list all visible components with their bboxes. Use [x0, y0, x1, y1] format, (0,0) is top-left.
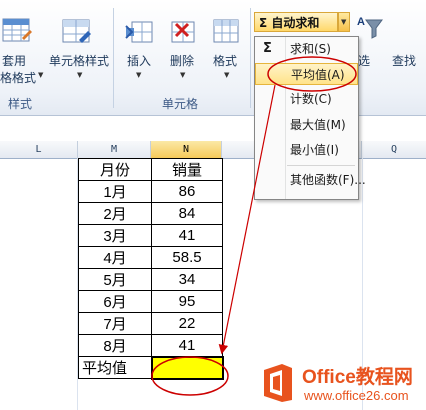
- month-cell[interactable]: 5月: [78, 268, 152, 291]
- table-footer-row: 平均值: [78, 355, 224, 380]
- chevron-down-icon: ▼: [38, 71, 44, 79]
- sort-filter-icon[interactable]: A: [356, 12, 384, 42]
- month-cell[interactable]: 8月: [78, 334, 152, 357]
- month-cell[interactable]: 1月: [78, 180, 152, 203]
- sales-cell[interactable]: 41: [151, 334, 223, 357]
- group-divider: [250, 8, 251, 108]
- format-label: 格式: [213, 54, 238, 68]
- menu-item-min[interactable]: 最小值(I): [255, 139, 358, 161]
- table-row: 1月 86: [78, 180, 223, 203]
- insert-button[interactable]: 插入 ▼: [118, 14, 158, 84]
- menu-item-label: 求和(S): [290, 42, 331, 56]
- cell-styles-icon: [62, 19, 91, 43]
- chevron-down-icon: ▼: [180, 71, 186, 79]
- format-cells-icon: [213, 19, 239, 43]
- chevron-down-icon: ▼: [77, 71, 83, 79]
- chevron-down-icon: ▼: [224, 71, 230, 79]
- menu-item-sum[interactable]: Σ 求和(S): [255, 38, 358, 60]
- table-row: 3月 41: [78, 224, 223, 247]
- sales-cell[interactable]: 84: [151, 202, 223, 225]
- format-as-table-button[interactable]: 套用 格格式 ▼: [0, 14, 44, 85]
- watermark-title: Office教程网: [302, 367, 413, 388]
- watermark-logo: Office教程网 www.office26.com: [258, 358, 426, 410]
- cell-styles-label: 单元格样式: [49, 54, 110, 68]
- sigma-icon: Σ: [263, 41, 272, 56]
- chevron-down-icon: ▼: [136, 71, 142, 79]
- delete-label: 删除: [170, 54, 195, 68]
- insert-cells-icon: [125, 21, 153, 43]
- format-as-table-label-1: 套用: [2, 54, 27, 68]
- chevron-down-icon: ▼: [341, 18, 347, 26]
- header-month[interactable]: 月份: [78, 158, 152, 181]
- menu-item-more-functions[interactable]: 其他函数(F)...: [255, 169, 366, 191]
- column-header-q[interactable]: Q: [362, 141, 426, 158]
- table-row: 2月 84: [78, 202, 223, 225]
- svg-text:A: A: [357, 16, 365, 28]
- menu-separator: [287, 165, 355, 166]
- format-button[interactable]: 格式 ▼: [206, 14, 246, 84]
- month-cell[interactable]: 4月: [78, 246, 152, 269]
- insert-label: 插入: [127, 54, 152, 68]
- sales-cell[interactable]: 58.5: [151, 246, 223, 269]
- sales-cell[interactable]: 41: [151, 224, 223, 247]
- sales-cell[interactable]: 34: [151, 268, 223, 291]
- sales-cell[interactable]: 86: [151, 180, 223, 203]
- month-cell[interactable]: 7月: [78, 312, 152, 335]
- average-result-cell[interactable]: [150, 355, 224, 380]
- menu-item-label: 计数(C): [290, 92, 332, 106]
- month-cell[interactable]: 3月: [78, 224, 152, 247]
- column-header-bar: L M N Q: [0, 141, 426, 159]
- filter-label-partial: 选: [358, 54, 371, 68]
- month-cell[interactable]: 2月: [78, 202, 152, 225]
- autosum-button[interactable]: Σ 自动求和: [254, 12, 338, 32]
- find-label-partial: 查找: [392, 54, 417, 68]
- watermark-url: www.office26.com: [304, 388, 409, 403]
- table-row: 6月 95: [78, 290, 223, 313]
- menu-item-label: 其他函数(F)...: [290, 173, 366, 187]
- table-header-row: 月份 销量: [78, 158, 223, 181]
- styles-group-label: 样式: [8, 97, 33, 111]
- autosum-dropdown-menu: Σ 求和(S) 平均值(A) 计数(C) 最大值(M) 最小值(I) 其他函数(…: [254, 36, 366, 200]
- menu-item-label: 最大值(M): [290, 118, 346, 132]
- ribbon: 套用 格格式 ▼ 单元格样式 ▼ 样式 插入 ▼ 删除 ▼ 格式 ▼ 单元格 Σ…: [0, 0, 426, 116]
- table-row: 5月 34: [78, 268, 223, 291]
- column-header-m[interactable]: M: [78, 141, 151, 158]
- format-as-table-label-2: 格格式: [0, 71, 37, 85]
- menu-item-max[interactable]: 最大值(M): [255, 114, 358, 136]
- column-header-l[interactable]: L: [0, 141, 78, 158]
- delete-cells-icon: [171, 21, 195, 43]
- menu-item-average[interactable]: 平均值(A): [255, 63, 358, 85]
- autosum-dropdown-arrow[interactable]: ▼: [338, 12, 350, 32]
- average-label-cell[interactable]: 平均值: [78, 356, 152, 379]
- month-cell[interactable]: 6月: [78, 290, 152, 313]
- table-row: 7月 22: [78, 312, 223, 335]
- office-logo-icon: [264, 364, 292, 402]
- table-row: 4月 58.5: [78, 246, 223, 269]
- group-divider: [113, 8, 114, 108]
- sales-cell[interactable]: 95: [151, 290, 223, 313]
- table-row: 8月 41: [78, 334, 223, 357]
- sales-cell[interactable]: 22: [151, 312, 223, 335]
- header-sales[interactable]: 销量: [151, 158, 223, 181]
- data-table: 月份 销量 1月 86 2月 84 3月 41 4月 58.5 5月 34 6月…: [78, 158, 224, 380]
- cell-styles-button[interactable]: 单元格样式 ▼: [45, 14, 113, 84]
- menu-item-label: 最小值(I): [290, 143, 339, 157]
- delete-button[interactable]: 删除 ▼: [162, 14, 202, 84]
- menu-item-label: 平均值(A): [291, 68, 345, 82]
- column-header-n[interactable]: N: [151, 141, 222, 158]
- autosum-label: Σ 自动求和: [259, 16, 320, 30]
- cells-group-label: 单元格: [162, 97, 199, 111]
- table-style-icon: [2, 18, 32, 42]
- menu-item-count[interactable]: 计数(C): [255, 88, 358, 110]
